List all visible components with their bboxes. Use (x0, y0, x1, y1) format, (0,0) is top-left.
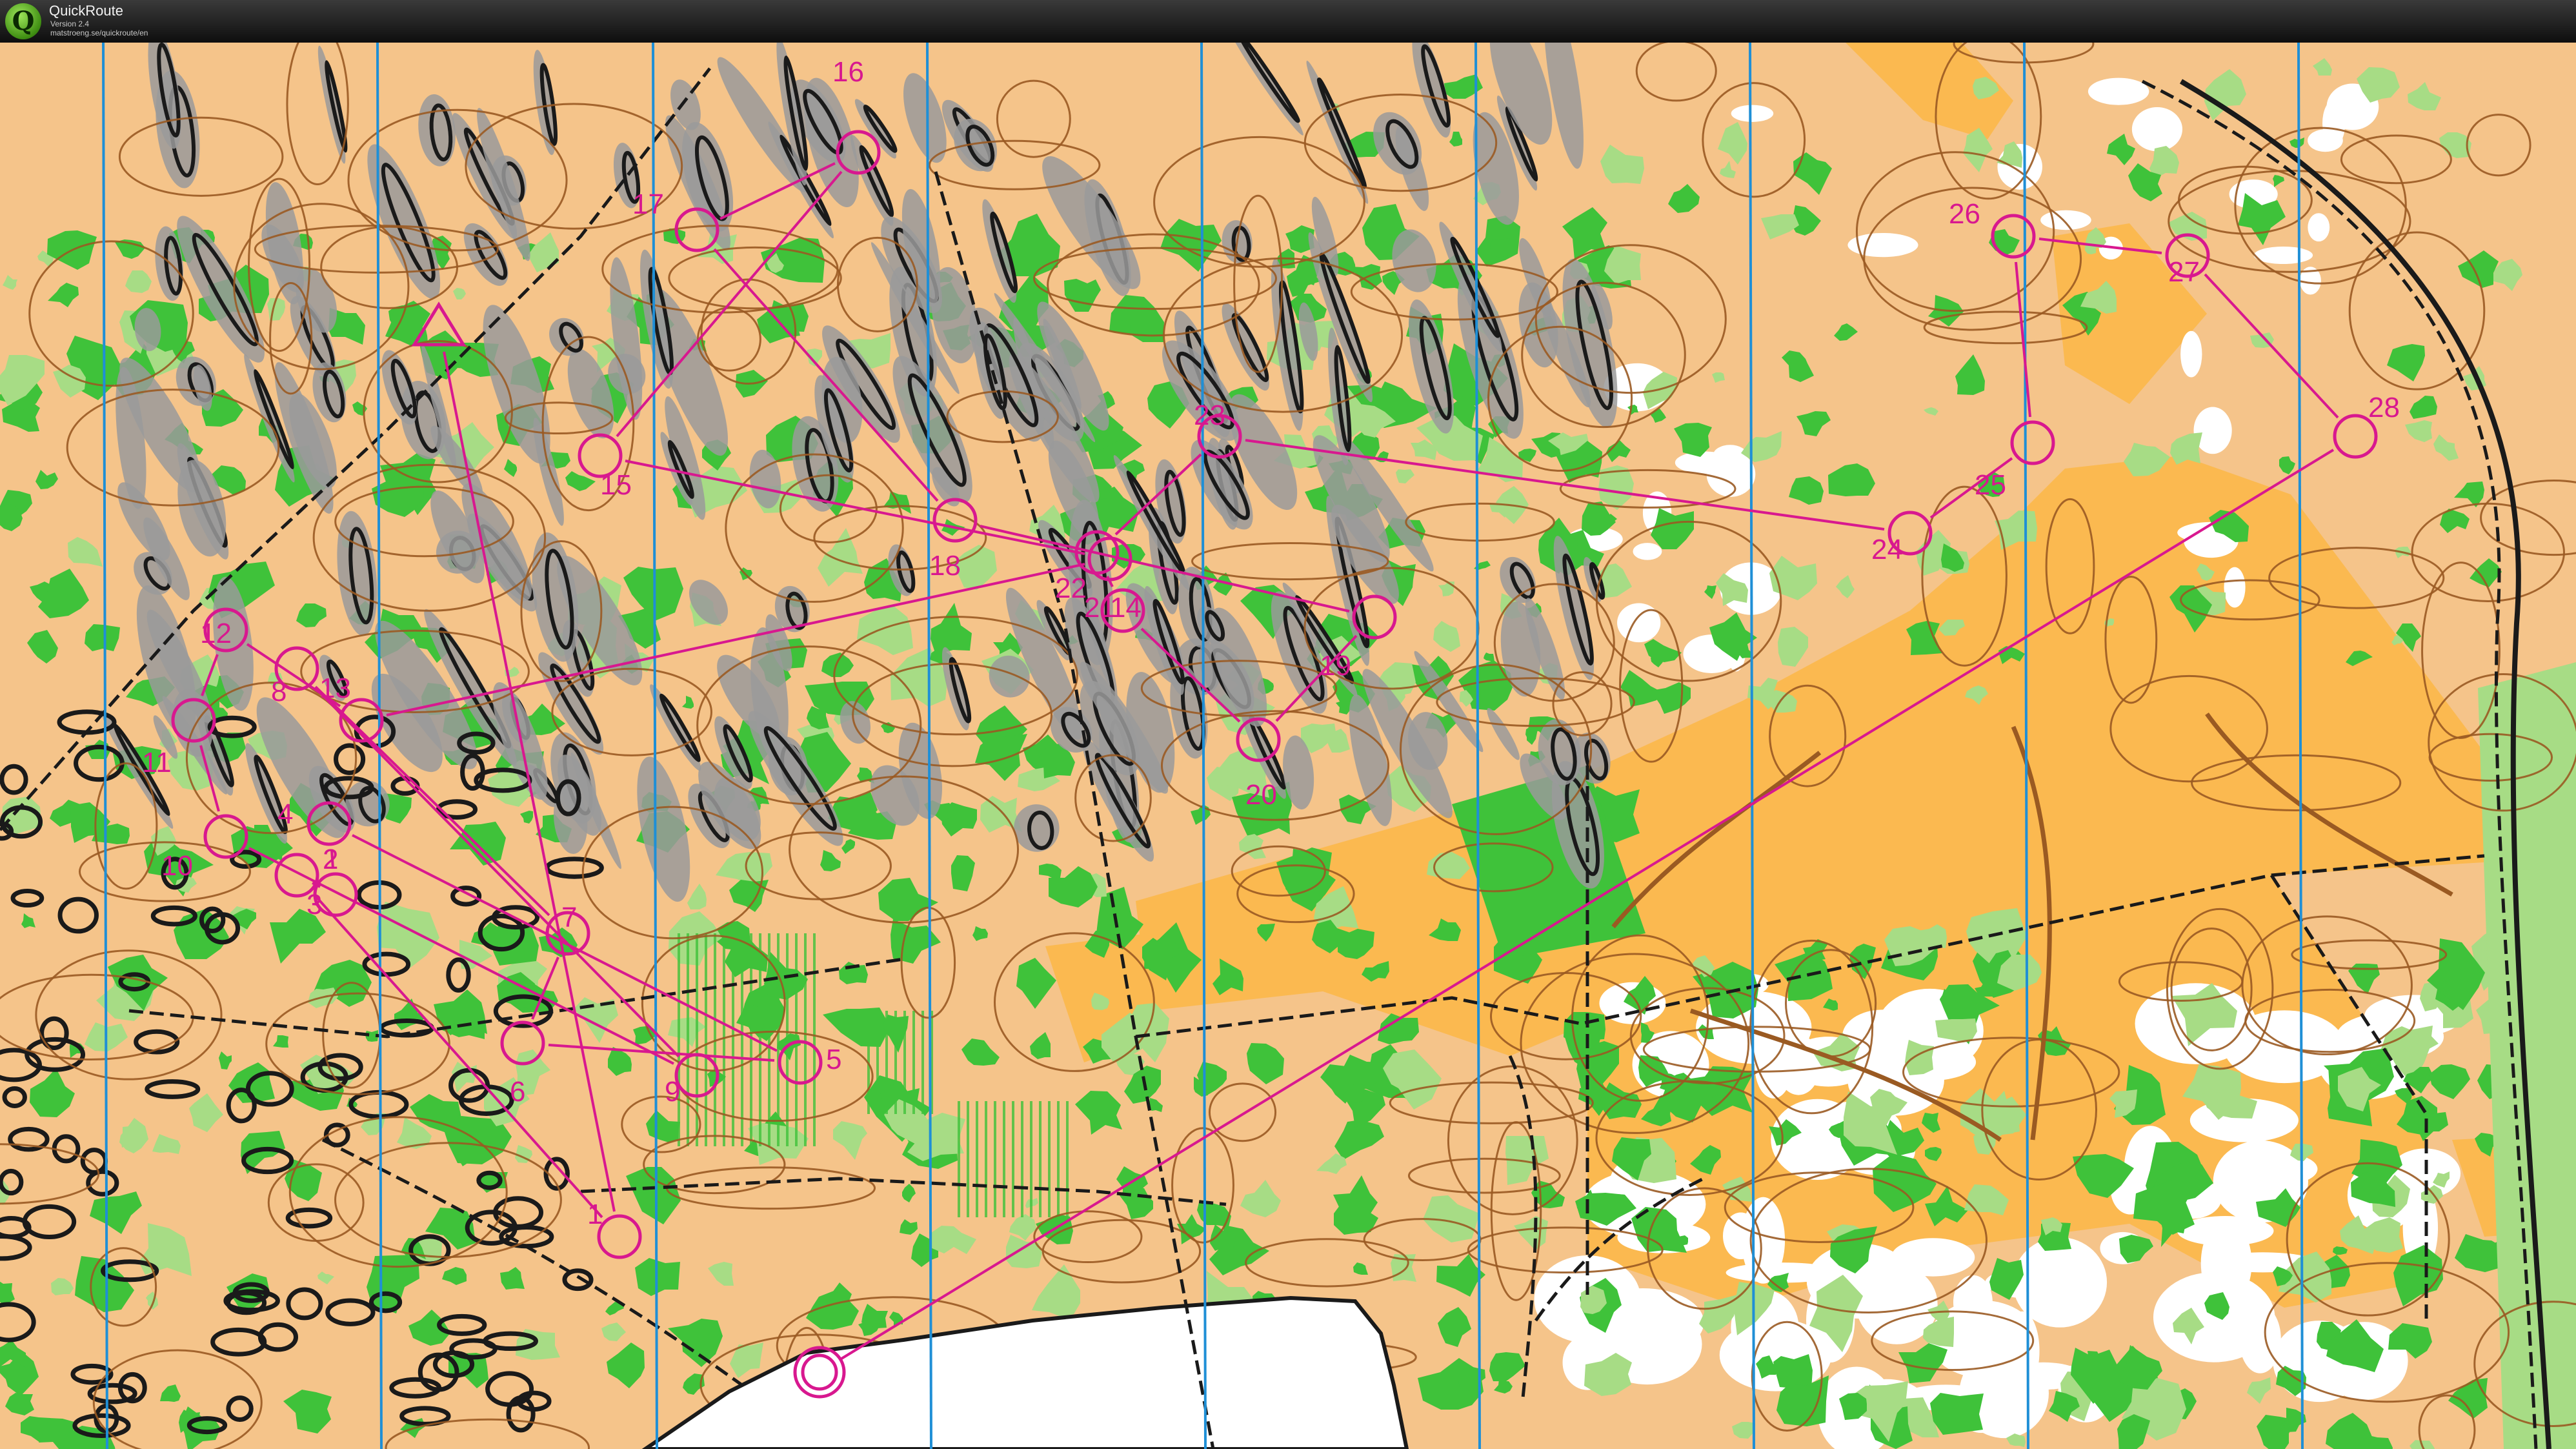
control-number-1: 1 (587, 1199, 603, 1230)
control-number-27: 27 (2168, 256, 2200, 288)
control-number-23: 23 (1194, 400, 1225, 431)
control-number-13: 13 (319, 673, 351, 704)
app-version: Version 2.4 (50, 19, 90, 28)
control-number-18: 18 (929, 550, 961, 582)
forest-patch (2253, 246, 2313, 265)
forest-patch (2153, 1272, 2275, 1363)
undergrowth-stripes (671, 933, 820, 1146)
forest-patch (2088, 77, 2149, 105)
control-number-9: 9 (665, 1076, 680, 1108)
control-number-17: 17 (632, 188, 664, 220)
control-number-6: 6 (510, 1076, 525, 1108)
vegetation-patch (85, 624, 120, 651)
control-number-24: 24 (1871, 534, 1903, 565)
quickroute-logo-icon: Q (5, 3, 41, 39)
control-number-10: 10 (161, 850, 193, 882)
forest-patch (2224, 567, 2246, 608)
control-number-22: 22 (1055, 573, 1087, 604)
forest-patch (1617, 603, 1661, 643)
orienteering-map[interactable]: 1 2 3 4 5 6 7 8 9 10 11 12 13 14 15 16 17 18 19 20 21 22 23 24 2… (0, 43, 2576, 1449)
control-number-7: 7 (561, 902, 577, 933)
forest-patch (2040, 210, 2091, 230)
control-number-28: 28 (2368, 392, 2400, 423)
undergrowth-stripes (865, 1011, 936, 1114)
title-bar: Q QuickRoute Version 2.4 matstroeng.se/q… (0, 0, 2576, 44)
forest-patch (1633, 543, 1662, 560)
control-number-3: 3 (307, 889, 322, 920)
control-number-4: 4 (277, 798, 293, 830)
forest-patch (1953, 1275, 1993, 1330)
forest-patch (1731, 105, 1774, 122)
control-number-25: 25 (1975, 469, 2006, 501)
vegetation-patch (1773, 1354, 1813, 1389)
control-number-11: 11 (142, 747, 172, 778)
control-number-12: 12 (200, 618, 232, 649)
forest-patch (2131, 106, 2183, 152)
forest-patch (2322, 99, 2346, 147)
control-number-2: 2 (323, 844, 338, 875)
quickroute-window: Q QuickRoute Version 2.4 matstroeng.se/q… (0, 0, 2576, 1449)
forest-patch (2005, 1311, 2040, 1391)
vegetation-patch (1490, 238, 1512, 258)
control-number-20: 20 (1245, 779, 1277, 811)
control-number-26: 26 (1949, 198, 1980, 230)
forest-patch (2193, 407, 2232, 454)
vegetation-patch (1678, 1235, 1688, 1246)
control-number-21: 21 (1084, 592, 1116, 623)
app-title: QuickRoute (49, 3, 123, 19)
control-number-16: 16 (832, 56, 864, 88)
forest-patch (2180, 330, 2202, 378)
forest-patch (1706, 451, 1756, 497)
control-number-8: 8 (271, 676, 287, 707)
control-number-15: 15 (600, 469, 632, 501)
control-number-5: 5 (826, 1044, 841, 1075)
undergrowth-stripes (955, 1101, 1071, 1217)
vegetation-patch (1564, 1012, 1605, 1044)
app-url: matstroeng.se/quickroute/en (50, 28, 148, 37)
control-number-19: 19 (1320, 650, 1351, 682)
forest-patch (2308, 213, 2330, 242)
